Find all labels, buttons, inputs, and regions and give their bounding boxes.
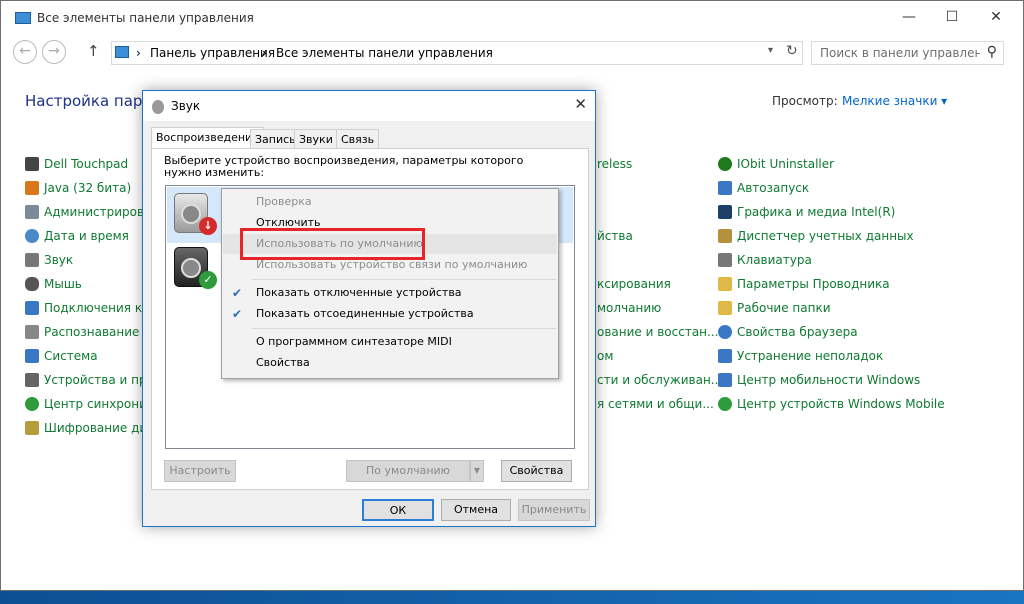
- browser-icon: [718, 325, 732, 339]
- tab-communications[interactable]: Связь: [336, 129, 380, 149]
- breadcrumb-separator[interactable]: ›: [136, 46, 141, 60]
- system-icon: [25, 349, 39, 363]
- ok-button[interactable]: ОК: [362, 499, 434, 521]
- clock-icon: [25, 229, 39, 243]
- search-input[interactable]: [820, 46, 980, 60]
- maximize-button[interactable]: ☐: [929, 1, 975, 33]
- highlight-annotation: [240, 228, 425, 260]
- breadcrumb-separator[interactable]: ›: [262, 46, 267, 60]
- view-label: Просмотр:: [772, 94, 838, 108]
- work-folders-icon: [718, 301, 732, 315]
- checkmark-icon: ✔: [232, 307, 243, 321]
- menu-item-test[interactable]: Проверка: [223, 192, 557, 212]
- back-button[interactable]: ←: [13, 40, 37, 64]
- set-default-dropdown-arrow[interactable]: ▼: [470, 460, 484, 482]
- admin-tools-icon: [25, 205, 39, 219]
- control-panel-icon: [15, 12, 31, 24]
- dialog-close-button[interactable]: ✕: [574, 95, 587, 113]
- address-field[interactable]: › Панель управления › Все элементы панел…: [111, 41, 803, 65]
- window-title: Все элементы панели управления: [37, 11, 254, 25]
- microphone-icon: [25, 325, 39, 339]
- menu-separator: [252, 279, 556, 280]
- search-box: ⚲: [811, 41, 1004, 65]
- dialog-title: Звук: [171, 99, 201, 113]
- menu-item-properties[interactable]: Свойства: [223, 353, 557, 373]
- configure-button[interactable]: Настроить: [164, 460, 236, 482]
- tab-description: Выберите устройство воспроизведения, пар…: [164, 154, 524, 179]
- breadcrumb-all-items[interactable]: Все элементы панели управления: [276, 46, 493, 60]
- chevron-down-icon[interactable]: ▾: [768, 45, 773, 56]
- autoplay-icon: [718, 181, 732, 195]
- speaker-icon: [152, 100, 164, 114]
- cancel-button[interactable]: Отмена: [441, 499, 511, 521]
- device-context-menu: Проверка Отключить Использовать по умолч…: [221, 188, 559, 379]
- java-icon: [25, 181, 39, 195]
- sync-icon: [25, 397, 39, 411]
- apply-button[interactable]: Применить: [518, 499, 590, 521]
- view-mode-dropdown[interactable]: Мелкие значки ▾: [842, 94, 947, 108]
- minimize-button[interactable]: —: [886, 1, 932, 33]
- remote-icon: [25, 301, 39, 315]
- tab-sounds[interactable]: Звуки: [294, 129, 338, 149]
- menu-item-show-disconnected-devices[interactable]: ✔ Показать отсоединенные устройства: [223, 304, 557, 324]
- windows-mobile-icon: [718, 397, 732, 411]
- touchpad-icon: [25, 157, 39, 171]
- desktop-background: [0, 591, 1024, 604]
- mobility-icon: [718, 373, 732, 387]
- title-bar: Все элементы панели управления — ☐ ✕: [1, 1, 1023, 33]
- control-panel-icon: [115, 46, 129, 58]
- tab-playback[interactable]: Воспроизведение: [151, 127, 264, 149]
- properties-button[interactable]: Свойства: [501, 460, 572, 482]
- bitlocker-icon: [25, 421, 39, 435]
- intel-graphics-icon: [718, 205, 732, 219]
- default-check-icon: ✓: [199, 271, 217, 289]
- breadcrumb-control-panel[interactable]: Панель управления: [150, 46, 275, 60]
- menu-item-show-disabled-devices[interactable]: ✔ Показать отключенные устройства: [223, 283, 557, 303]
- disabled-arrow-icon: ↓: [199, 217, 217, 235]
- printer-icon: [25, 373, 39, 387]
- keyboard-icon: [718, 253, 732, 267]
- refresh-icon[interactable]: ↻: [786, 43, 798, 59]
- folder-options-icon: [718, 277, 732, 291]
- search-icon[interactable]: ⚲: [987, 44, 997, 60]
- speaker-icon: [25, 253, 39, 267]
- set-default-button[interactable]: По умолчанию: [346, 460, 470, 482]
- menu-separator: [252, 328, 556, 329]
- address-bar: ← → ↑ › Панель управления › Все элементы…: [1, 37, 1023, 69]
- up-button[interactable]: ↑: [87, 42, 100, 60]
- checkmark-icon: ✔: [232, 286, 243, 300]
- mouse-icon: [25, 277, 39, 291]
- close-button[interactable]: ✕: [973, 1, 1019, 33]
- dialog-title-bar: Звук ✕: [143, 91, 595, 121]
- menu-item-midi-synth[interactable]: О программном синтезаторе MIDI: [223, 332, 557, 352]
- troubleshoot-icon: [718, 349, 732, 363]
- forward-button[interactable]: →: [42, 40, 66, 64]
- credentials-icon: [718, 229, 732, 243]
- iobit-icon: [718, 157, 732, 171]
